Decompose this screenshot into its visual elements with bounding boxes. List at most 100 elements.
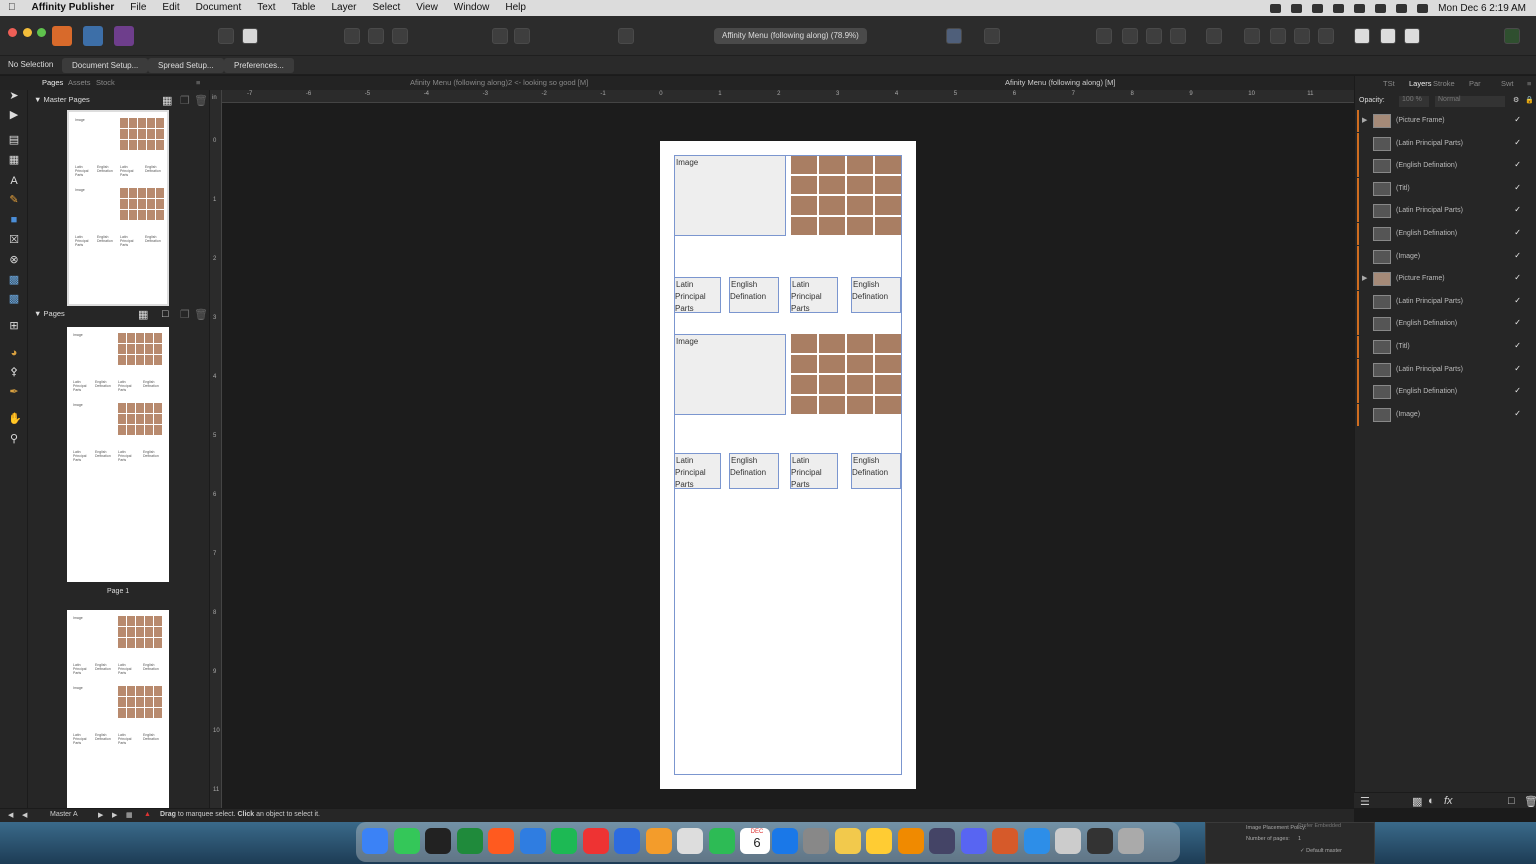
menu-select[interactable]: Select: [365, 0, 409, 16]
hand-tool-icon[interactable]: ✋: [8, 413, 22, 425]
image-title-frame[interactable]: Image: [674, 155, 786, 236]
node-tool-icon[interactable]: ▶: [8, 109, 20, 121]
frame-icon[interactable]: [392, 28, 408, 44]
document-tab[interactable]: Affinity Menu (following along) (78.9%): [714, 28, 867, 44]
dock-app-icon[interactable]: [992, 828, 1018, 854]
order-front-icon[interactable]: [1170, 28, 1186, 44]
visibility-checkbox[interactable]: ✓: [1514, 341, 1521, 350]
menu-view[interactable]: View: [408, 0, 446, 16]
rotate-icon[interactable]: [1294, 28, 1310, 44]
add-page-icon[interactable]: □: [162, 308, 169, 320]
place-image-tool-icon[interactable]: ▩: [8, 274, 20, 286]
visibility-checkbox[interactable]: ✓: [1514, 183, 1521, 192]
dock-app-icon[interactable]: [519, 828, 546, 854]
dock-app-icon[interactable]: [834, 828, 861, 854]
popup-pages-value[interactable]: 1: [1298, 836, 1301, 842]
pen-tool-icon[interactable]: ✎: [8, 194, 20, 206]
menu-help[interactable]: Help: [497, 0, 534, 16]
dock-app-icon[interactable]: [897, 828, 924, 854]
visibility-checkbox[interactable]: ✓: [1514, 205, 1521, 214]
layer-row[interactable]: (Latin Principal Parts) ✓: [1357, 290, 1527, 313]
add-master-icon[interactable]: ▦: [162, 94, 172, 107]
account-icon[interactable]: [1504, 28, 1520, 44]
visibility-checkbox[interactable]: ✓: [1514, 115, 1521, 124]
english-text-frame[interactable]: English Defination: [729, 453, 779, 489]
visibility-checkbox[interactable]: ✓: [1514, 228, 1521, 237]
pages-heading[interactable]: ▼ Pages: [34, 309, 65, 318]
dock-app-icon[interactable]: [362, 828, 388, 854]
duplicate-master-icon[interactable]: ❐: [180, 94, 190, 107]
close-icon[interactable]: [514, 28, 530, 44]
flip-v-icon[interactable]: [1270, 28, 1286, 44]
preferences-button[interactable]: Preferences...: [224, 58, 294, 73]
dock-app-icon[interactable]: [614, 828, 640, 854]
latin-text-frame[interactable]: Latin Principal Parts: [790, 453, 838, 489]
layer-row[interactable]: (English Defination) ✓: [1357, 313, 1527, 336]
dock-app-icon[interactable]: [1118, 828, 1144, 854]
trash-icon[interactable]: 🗑: [1524, 795, 1536, 808]
master-pages-heading[interactable]: ▼ Master Pages: [34, 95, 90, 104]
visibility-checkbox[interactable]: ✓: [1514, 409, 1521, 418]
visibility-checkbox[interactable]: ✓: [1514, 138, 1521, 147]
play-icon[interactable]: [1354, 3, 1366, 13]
popup-default-master[interactable]: ✓ Default master: [1300, 848, 1342, 854]
car-icon[interactable]: [1312, 3, 1324, 13]
gear-icon[interactable]: ⚙: [1513, 96, 1519, 104]
table-tool-icon[interactable]: ▦: [8, 154, 20, 166]
layers-stack-icon[interactable]: ☰: [1360, 795, 1370, 808]
english-text-frame[interactable]: English Defination: [729, 277, 779, 313]
horizontal-ruler[interactable]: -7 -6 -5 -4 -3 -2 -1 0 1 2 3 4 5 6 7 8 9 10 11: [222, 90, 1354, 103]
layer-row[interactable]: (Titl) ✓: [1357, 177, 1527, 200]
circle-icon[interactable]: [368, 28, 384, 44]
latin-text-frame[interactable]: Latin Principal Parts: [674, 277, 721, 313]
boolean-subtract-icon[interactable]: [1380, 28, 1396, 44]
dock-app-icon[interactable]: [771, 828, 798, 854]
last-page-icon[interactable]: ▶: [112, 811, 117, 819]
delete-master-icon[interactable]: 🗑: [194, 94, 208, 107]
pin-icon[interactable]: [492, 28, 508, 44]
dock-app-icon[interactable]: [1086, 828, 1113, 854]
cloud-icon[interactable]: [1291, 3, 1303, 13]
image-title-frame[interactable]: Image: [674, 334, 786, 415]
picture-frame[interactable]: [791, 334, 901, 414]
ellipse-frame-tool-icon[interactable]: ⊗: [8, 254, 20, 266]
photo-persona-icon[interactable]: [83, 26, 103, 46]
order-icon[interactable]: [1122, 28, 1138, 44]
alert-icon[interactable]: ▲: [144, 811, 151, 818]
order-back-icon[interactable]: [1146, 28, 1162, 44]
master-page-thumbnail[interactable]: Image Latin Principal Parts English Defi…: [67, 110, 169, 306]
dock-app-icon[interactable]: [803, 828, 829, 854]
move-tool-icon[interactable]: ➤: [8, 90, 20, 102]
layer-row[interactable]: (Latin Principal Parts) ✓: [1357, 132, 1527, 155]
layer-row[interactable]: (Image) ✓: [1357, 403, 1527, 426]
layer-row[interactable]: (Latin Principal Parts) ✓: [1357, 200, 1527, 223]
visibility-checkbox[interactable]: ✓: [1514, 386, 1521, 395]
vertical-ruler[interactable]: in 0 1 2 3 4 5 6 7 8 9 10 11: [210, 90, 222, 808]
document-icon[interactable]: ▦: [126, 811, 133, 819]
page-1-thumbnail[interactable]: Image Latin Principal Parts English Defi…: [67, 327, 169, 582]
visibility-checkbox[interactable]: ✓: [1514, 364, 1521, 373]
spread-page[interactable]: Image Latin Principal Parts English Defi…: [660, 141, 916, 789]
tab-pages[interactable]: Pages: [42, 78, 63, 87]
align-icon[interactable]: [1206, 28, 1222, 44]
clock[interactable]: Mon Dec 6 2:19 AM: [1438, 3, 1526, 14]
crop-tool-icon[interactable]: ⊞: [8, 320, 20, 332]
menu-window[interactable]: Window: [446, 0, 498, 16]
zoom-tool-icon[interactable]: ⚲: [8, 433, 20, 445]
tab-document-2[interactable]: Afinity Menu (following along)2 <- looki…: [410, 78, 588, 87]
english-text-frame[interactable]: English Defination: [851, 453, 901, 489]
menu-document[interactable]: Document: [188, 0, 250, 16]
visibility-checkbox[interactable]: ✓: [1514, 273, 1521, 282]
artistic-text-tool-icon[interactable]: A: [8, 175, 20, 187]
dock-app-icon[interactable]: [866, 828, 892, 854]
fx-icon[interactable]: fx: [1444, 795, 1453, 807]
text-frame-icon[interactable]: [946, 28, 962, 44]
tab-assets[interactable]: Assets: [68, 78, 91, 87]
layer-row[interactable]: (English Defination) ✓: [1357, 223, 1527, 245]
visibility-checkbox[interactable]: ✓: [1514, 160, 1521, 169]
wifi-icon[interactable]: [1375, 3, 1387, 13]
first-page-icon[interactable]: ◀: [8, 811, 13, 819]
hide-icon[interactable]: [618, 28, 634, 44]
boolean-intersect-icon[interactable]: [1404, 28, 1420, 44]
eyedropper-tool-icon[interactable]: ✒: [8, 386, 20, 398]
